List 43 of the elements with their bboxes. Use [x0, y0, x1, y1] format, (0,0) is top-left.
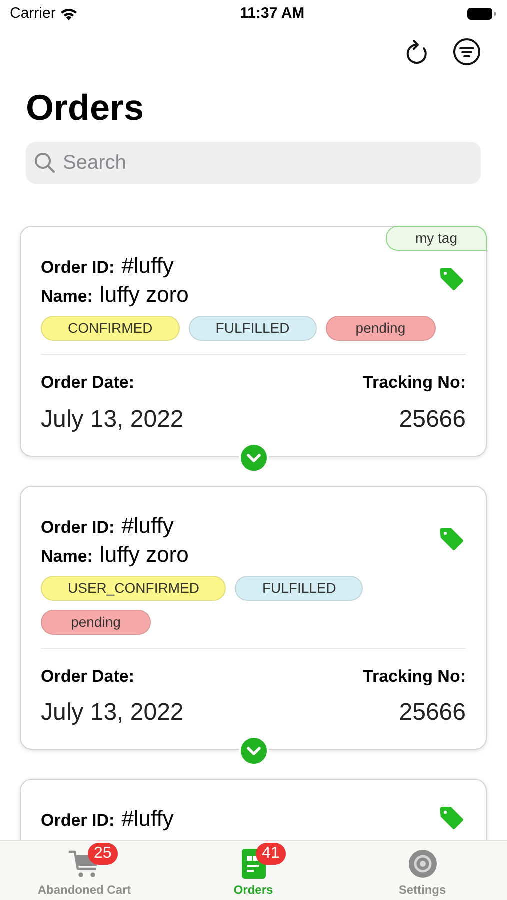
- field-label: Order Date:: [41, 372, 136, 394]
- order-card[interactable]: Order ID: #luffy: [20, 779, 487, 840]
- field-label: Order Date:: [41, 666, 136, 688]
- expand-icon[interactable]: [238, 442, 268, 472]
- battery-icon: [466, 7, 497, 21]
- order-card[interactable]: my tag Order ID: #luffy Name: luffy zoro CONFIRMED FULFILLED pending Order Date: July 13, 2022 Tracking No: 25666: [20, 226, 487, 456]
- filter-icon[interactable]: [453, 38, 481, 66]
- expand-icon[interactable]: [238, 736, 268, 766]
- order-id: #luffy: [122, 252, 174, 280]
- status-badge: FULFILLED: [235, 576, 364, 600]
- field-label: Order ID:: [41, 810, 115, 832]
- status-badge: pending: [41, 610, 151, 634]
- field-label: Tracking No:: [363, 372, 466, 394]
- order-id: #luffy: [122, 512, 174, 540]
- tracking-number: 25666: [399, 698, 466, 728]
- status-badge: pending: [326, 316, 436, 341]
- field-label: Tracking No:: [363, 666, 466, 688]
- field-label: Name:: [41, 286, 93, 308]
- wifi-icon: [60, 8, 78, 20]
- count-badge: 25: [88, 843, 118, 865]
- status-badge: FULFILLED: [188, 316, 317, 341]
- settings-icon: [408, 849, 438, 879]
- customer-name: luffy zoro: [100, 281, 189, 309]
- tab[interactable]: 25 Abandoned Cart: [0, 841, 169, 900]
- page-title: Orders: [25, 86, 146, 130]
- carrier-name: Carrier: [10, 4, 56, 24]
- field-label: Order ID:: [41, 516, 115, 538]
- order-date: July 13, 2022: [41, 698, 184, 728]
- order-id: #luffy: [122, 805, 174, 833]
- field-label: Name:: [41, 546, 93, 568]
- field-label: Order ID:: [41, 257, 115, 279]
- tag-label: my tag: [386, 226, 487, 251]
- count-badge: 41: [256, 843, 286, 865]
- tab[interactable]: 41 Orders: [169, 841, 338, 900]
- search-field[interactable]: Search: [26, 142, 481, 184]
- order-date: July 13, 2022: [41, 404, 184, 434]
- customer-name: luffy zoro: [100, 540, 189, 569]
- order-card[interactable]: Order ID: #luffy Name: luffy zoro USER_CONFIRMED FULFILLED pending Order Date: July 13, 2022 Tracking No: 25666: [20, 486, 487, 750]
- search-icon: [34, 152, 56, 174]
- status-badge: USER_CONFIRMED: [41, 576, 226, 600]
- status-badge: CONFIRMED: [41, 316, 180, 341]
- tracking-number: 25666: [399, 404, 466, 434]
- clock: 11:37 AM: [240, 4, 305, 24]
